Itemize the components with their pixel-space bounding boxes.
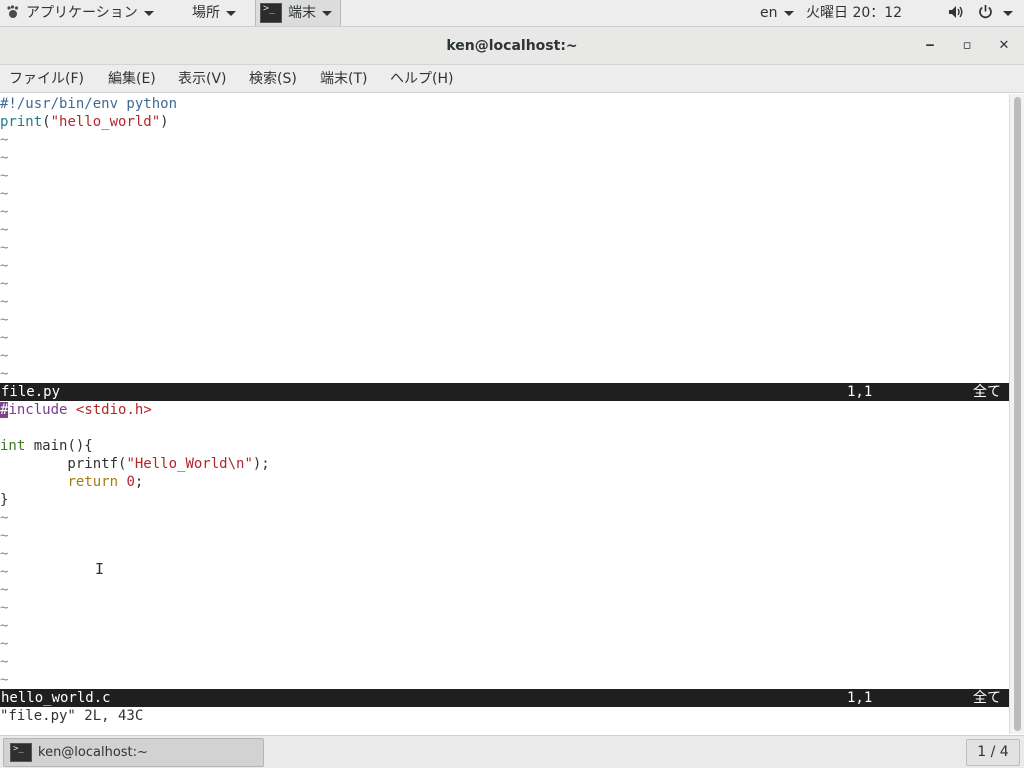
menu-bar: ファイル(F) 編集(E) 表示(V) 検索(S) 端末(T) ヘルプ(H) xyxy=(0,65,1024,93)
workspace-indicator[interactable]: 1 / 4 xyxy=(966,739,1020,766)
system-tray[interactable] xyxy=(948,0,1013,27)
minimize-button[interactable]: ‒ xyxy=(920,36,940,56)
empty-line-marker: ~ xyxy=(0,582,9,598)
code-line: } xyxy=(0,492,9,508)
empty-line-marker: ~ xyxy=(0,546,9,562)
code-token: print xyxy=(0,114,43,130)
empty-line-marker: ~ xyxy=(0,132,9,148)
code-token: include xyxy=(8,402,68,418)
vim-message-line: "file.py" 2L, 43C xyxy=(0,708,144,724)
shebang-text: #!/usr/bin/env python xyxy=(0,96,178,112)
empty-line-marker: ~ xyxy=(0,618,9,634)
ibeam-cursor-icon: I xyxy=(95,560,105,578)
empty-line-marker: ~ xyxy=(0,240,9,256)
empty-line-marker: ~ xyxy=(0,366,9,382)
scrollbar-thumb[interactable] xyxy=(1014,97,1021,731)
maximize-button[interactable]: ▫ xyxy=(957,36,977,56)
empty-line-marker: ~ xyxy=(0,186,9,202)
taskbar-window-label: ken@localhost:~ xyxy=(38,745,148,760)
empty-line-marker: ~ xyxy=(0,510,9,526)
applications-menu[interactable]: アプリケーション xyxy=(6,0,154,27)
code-token: return xyxy=(67,474,119,490)
menu-help[interactable]: ヘルプ(H) xyxy=(390,65,453,93)
top-bar: アプリケーション 場所 >_ 端末 en 火曜日 20：12 xyxy=(0,0,1024,27)
chevron-down-icon xyxy=(783,10,794,16)
status-scroll: 全て xyxy=(973,690,1001,706)
menu-terminal[interactable]: 端末(T) xyxy=(320,65,367,93)
empty-line-marker: ~ xyxy=(0,204,9,220)
chevron-down-icon xyxy=(143,10,154,16)
code-line: #include <stdio.h> xyxy=(0,401,1009,419)
taskbar-window-item[interactable]: >_ ken@localhost:~ xyxy=(3,738,264,767)
volume-icon xyxy=(949,6,963,18)
window-titlebar[interactable]: ken@localhost:~ ‒ ▫ ✕ xyxy=(0,27,1024,65)
language-label: en xyxy=(760,5,778,21)
chevron-down-icon xyxy=(226,10,236,16)
empty-line-marker: ~ xyxy=(0,168,9,184)
active-app-label: 端末 xyxy=(288,5,316,21)
code-line: print("hello_world") xyxy=(0,114,169,130)
status-scroll: 全て xyxy=(973,384,1001,400)
language-indicator[interactable]: en xyxy=(760,0,794,27)
places-label: 場所 xyxy=(192,5,220,21)
terminal-icon: >_ xyxy=(260,3,282,23)
status-line-file-py: file.py 1,1 全て xyxy=(0,383,1009,401)
empty-line-marker: ~ xyxy=(0,294,9,310)
terminal-icon: >_ xyxy=(10,743,32,762)
window-title: ken@localhost:~ xyxy=(446,38,578,54)
close-button[interactable]: ✕ xyxy=(994,36,1014,56)
status-line-hello-world-c: hello_world.c 1,1 全て xyxy=(0,689,1009,707)
status-position: 1,1 xyxy=(847,690,873,706)
status-position: 1,1 xyxy=(847,384,873,400)
empty-line-marker: ~ xyxy=(0,276,9,292)
active-app-menu[interactable]: >_ 端末 xyxy=(255,0,341,26)
code-line: int main(){ xyxy=(0,438,93,454)
terminal-area[interactable]: #!/usr/bin/env python print("hello_world… xyxy=(0,94,1024,734)
clock-label: 火曜日 20：12 xyxy=(806,5,903,21)
empty-line-marker: ~ xyxy=(0,654,9,670)
places-menu[interactable]: 場所 xyxy=(192,0,236,27)
empty-line-marker: ~ xyxy=(0,330,9,346)
empty-line-marker: ~ xyxy=(0,672,9,688)
code-line: #!/usr/bin/env python xyxy=(0,95,1009,113)
menu-view[interactable]: 表示(V) xyxy=(178,65,227,93)
empty-line-marker: ~ xyxy=(0,312,9,328)
foot-logo-icon xyxy=(7,5,19,18)
empty-line-marker: ~ xyxy=(0,600,9,616)
vertical-scrollbar[interactable] xyxy=(1009,94,1024,734)
status-filename: file.py xyxy=(1,384,61,400)
empty-line-marker: ~ xyxy=(0,222,9,238)
code-token: int xyxy=(0,438,26,454)
clock[interactable]: 火曜日 20：12 xyxy=(806,0,902,27)
empty-line-marker: ~ xyxy=(0,564,9,580)
menu-edit[interactable]: 編集(E) xyxy=(108,65,156,93)
status-filename: hello_world.c xyxy=(1,690,111,706)
empty-line-marker: ~ xyxy=(0,636,9,652)
empty-line-marker: ~ xyxy=(0,348,9,364)
empty-line-marker: ~ xyxy=(0,258,9,274)
code-token: "Hello_World\n" xyxy=(126,456,253,472)
empty-line-marker: ~ xyxy=(0,528,9,544)
code-line: return 0; xyxy=(67,474,144,490)
code-token: <stdio.h> xyxy=(75,402,152,418)
bottom-taskbar: >_ ken@localhost:~ 1 / 4 xyxy=(0,735,1024,768)
code-token: 0 xyxy=(126,474,135,490)
applications-label: アプリケーション xyxy=(26,5,138,21)
empty-line-marker: ~ xyxy=(0,150,9,166)
chevron-down-icon xyxy=(322,10,332,16)
menu-file[interactable]: ファイル(F) xyxy=(9,65,84,93)
power-icon xyxy=(979,5,992,19)
chevron-down-icon xyxy=(1003,10,1013,16)
menu-search[interactable]: 検索(S) xyxy=(249,65,297,93)
code-line: printf("Hello_World\n"); xyxy=(0,456,270,472)
code-token: "hello_world" xyxy=(50,114,161,130)
